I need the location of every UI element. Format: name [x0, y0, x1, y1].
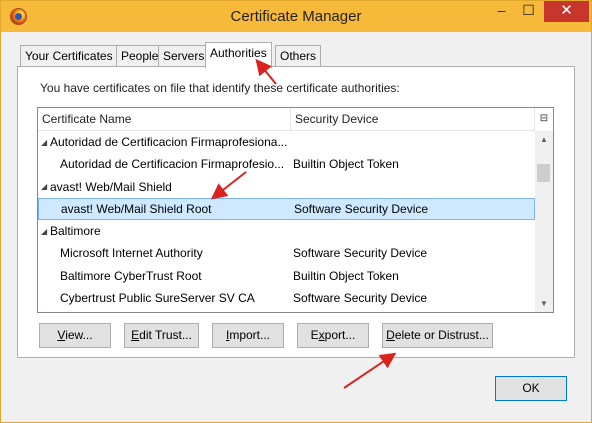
scroll-thumb[interactable]	[537, 164, 550, 182]
certificate-tree[interactable]: Certificate Name Security Device ⊟ ◢ Auto…	[37, 107, 554, 313]
scroll-up-arrow-icon[interactable]: ▲	[535, 131, 553, 148]
tree-row[interactable]: Autoridad de Certificacion Firmaprofesio…	[38, 153, 535, 175]
minimize-button[interactable]: –	[488, 1, 515, 22]
delete-or-distrust-button[interactable]: Delete or Distrust...	[382, 323, 493, 348]
expanded-triangle-icon[interactable]: ◢	[41, 221, 50, 243]
tree-row[interactable]: Cybertrust Public SureServer SV CA Softw…	[38, 287, 535, 309]
column-header-certificate-name[interactable]: Certificate Name	[38, 108, 291, 131]
tree-header: Certificate Name Security Device	[38, 108, 535, 131]
import-button[interactable]: Import...	[212, 323, 284, 348]
column-picker-icon[interactable]: ⊟	[535, 108, 553, 131]
title-bar[interactable]: Certificate Manager – ☐ ✕	[1, 1, 591, 32]
tab-people[interactable]: People	[116, 45, 164, 67]
maximize-button[interactable]: ☐	[515, 1, 542, 22]
tab-authorities[interactable]: Authorities	[205, 42, 272, 68]
expanded-triangle-icon[interactable]: ◢	[41, 132, 50, 154]
export-button[interactable]: Export...	[297, 323, 369, 348]
tab-your-certificates[interactable]: Your Certificates	[20, 45, 118, 67]
tree-row[interactable]: Baltimore CyberTrust Root Builtin Object…	[38, 265, 535, 287]
tree-row[interactable]: Microsoft Internet Authority Software Se…	[38, 242, 535, 264]
column-header-security-device[interactable]: Security Device	[291, 108, 535, 131]
tree-rows: ◢ Autoridad de Certificacion Firmaprofesi…	[38, 131, 535, 309]
view-button[interactable]: View...	[39, 323, 111, 348]
edit-trust-button[interactable]: Edit Trust...	[124, 323, 199, 348]
expanded-triangle-icon[interactable]: ◢	[41, 176, 50, 198]
vertical-scrollbar[interactable]: ▲ ▼	[535, 131, 553, 312]
tree-group-row[interactable]: ◢ Autoridad de Certificacion Firmaprofesi…	[38, 131, 535, 153]
scroll-down-arrow-icon[interactable]: ▼	[535, 295, 553, 312]
ok-button[interactable]: OK	[495, 376, 567, 401]
intro-text: You have certificates on file that ident…	[40, 81, 400, 95]
tree-group-row[interactable]: ◢ avast! Web/Mail Shield	[38, 176, 535, 198]
tab-others[interactable]: Others	[275, 45, 322, 67]
tree-group-row[interactable]: ◢ Baltimore	[38, 220, 535, 242]
tree-row-selected[interactable]: avast! Web/Mail Shield Root Software Sec…	[38, 197, 535, 221]
close-button[interactable]: ✕	[544, 1, 589, 22]
tab-servers[interactable]: Servers	[158, 45, 210, 67]
